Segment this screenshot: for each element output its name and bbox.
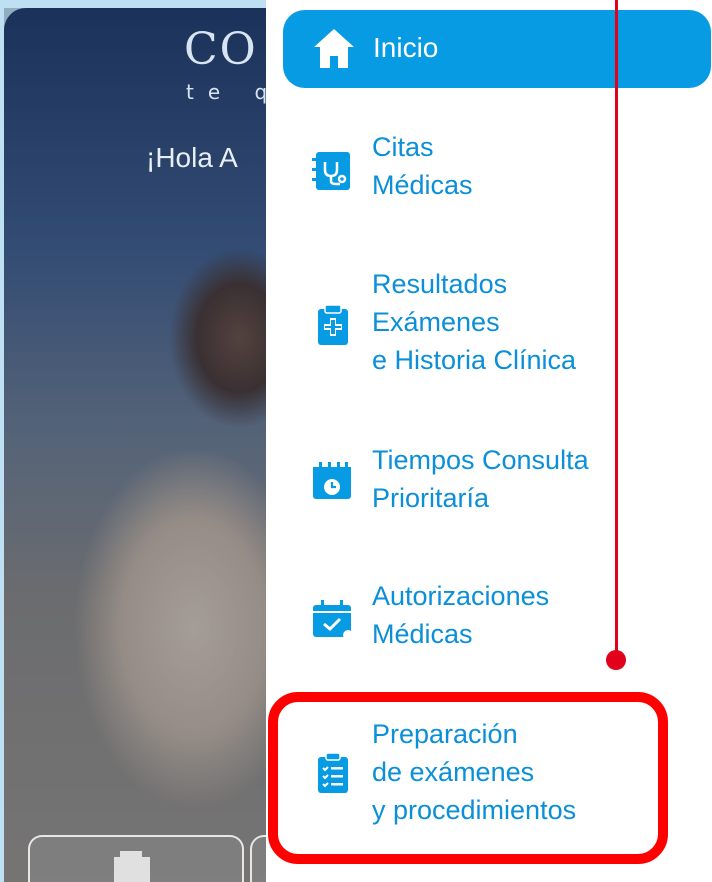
background-overlay bbox=[4, 8, 304, 882]
calendar-check-icon bbox=[313, 600, 353, 640]
menu-item-inicio[interactable]: Inicio bbox=[283, 10, 711, 88]
annotation-pointer-line bbox=[615, 0, 618, 660]
menu-item-label: Citas Médicas bbox=[372, 132, 473, 200]
stethoscope-clipboard-icon bbox=[312, 152, 350, 190]
calendar-clock-icon bbox=[313, 462, 351, 499]
menu-item-label: Autorizaciones Médicas bbox=[372, 581, 550, 649]
menu-item-label: Resultados Exámenes e Historia Clínica bbox=[372, 269, 577, 375]
app-screen: CO te q ¡Hola A Inicio Citas Médicas Res… bbox=[0, 0, 712, 882]
annotation-pointer-dot bbox=[606, 650, 626, 670]
menu-item-citas-medicas[interactable]: Citas Médicas bbox=[266, 128, 712, 208]
menu-item-tiempos-consulta[interactable]: Tiempos Consulta Prioritaría bbox=[266, 441, 712, 521]
greeting-text: ¡Hola A bbox=[146, 142, 238, 173]
menu-item-label: Tiempos Consulta Prioritaría bbox=[372, 445, 589, 513]
bottom-tab-card[interactable] bbox=[28, 835, 244, 882]
brand-logo: CO bbox=[184, 24, 258, 75]
menu-item-resultados-examenes[interactable]: Resultados Exámenes e Historia Clínica bbox=[266, 265, 712, 385]
menu-item-autorizaciones-medicas[interactable]: Autorizaciones Médicas bbox=[266, 577, 712, 657]
medical-clipboard-icon bbox=[318, 304, 348, 345]
document-icon bbox=[114, 851, 150, 882]
home-icon bbox=[314, 29, 354, 68]
annotation-highlight-box bbox=[268, 692, 668, 864]
menu-item-label: Inicio bbox=[373, 32, 439, 63]
